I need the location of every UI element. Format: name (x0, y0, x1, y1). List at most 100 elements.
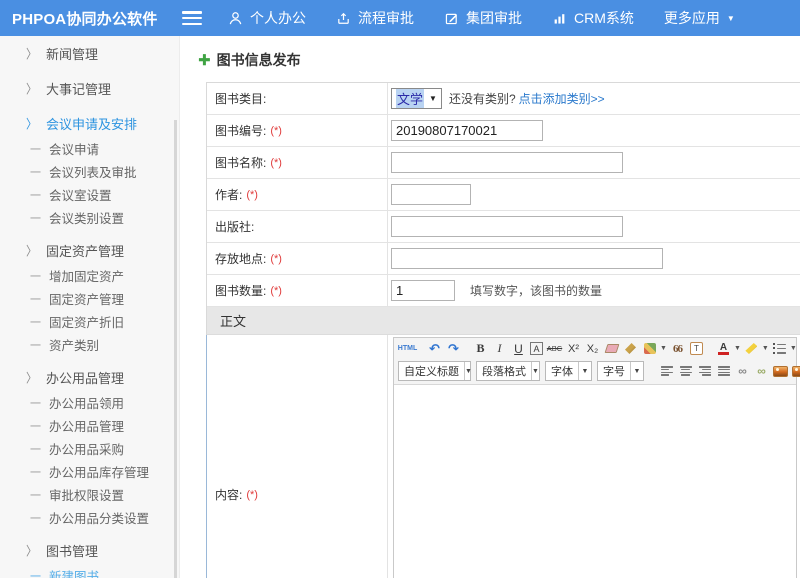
paste-text-icon[interactable]: T (690, 342, 703, 355)
dash-icon: 一 (30, 314, 41, 330)
sidebar-item[interactable]: 一资产类别 (0, 333, 179, 356)
align-left-icon[interactable] (661, 366, 673, 376)
strikethrough-button[interactable]: ABC (547, 340, 562, 357)
font-family-dropdown[interactable]: 字体▼ (545, 361, 592, 381)
nav-crm-system[interactable]: CRM系统 (552, 8, 634, 28)
editor-toolbar-row1: HTML ↶ ↷ B I U A ABC X² X₂ (394, 338, 796, 359)
dash-icon: 一 (30, 210, 41, 226)
caret-down-icon[interactable]: ▼ (734, 345, 741, 352)
align-center-icon[interactable] (680, 366, 692, 376)
sidebar-group[interactable]: 〉固定资产管理 (0, 237, 179, 264)
add-category-link[interactable]: 点击添加类别>> (519, 90, 605, 107)
editor-content-area[interactable] (394, 385, 796, 578)
font-size-dropdown[interactable]: 字号▼ (597, 361, 644, 381)
dash-icon: 一 (30, 291, 41, 307)
paint-format-icon[interactable] (644, 343, 656, 354)
field-input[interactable] (391, 152, 623, 173)
font-color-button[interactable]: A (716, 340, 731, 357)
chevron-right-icon: 〉 (26, 541, 37, 559)
field-input[interactable] (391, 184, 471, 205)
menu-toggle-icon[interactable] (182, 11, 202, 25)
sidebar-item[interactable]: 一增加固定资产 (0, 264, 179, 287)
required-marker: (*) (246, 489, 258, 501)
top-navigation: 个人办公 流程审批 集团审批 CRM系统 更 (228, 8, 765, 28)
custom-title-dropdown[interactable]: 自定义标题▼ (398, 361, 471, 381)
chevron-right-icon: 〉 (26, 241, 37, 259)
subscript-button[interactable]: X₂ (585, 340, 600, 357)
redo-button[interactable]: ↷ (446, 340, 461, 357)
book-category-select[interactable]: 文学 ▼ (391, 88, 442, 109)
sidebar-item[interactable]: 一会议申请 (0, 137, 179, 160)
category-label: 图书类目: (215, 90, 266, 107)
chevron-right-icon: 〉 (26, 44, 37, 62)
sidebar-item[interactable]: 一固定资产管理 (0, 287, 179, 310)
nav-more-apps[interactable]: 更多应用 ▼ (664, 8, 735, 28)
sidebar-item[interactable]: 一办公用品管理 (0, 414, 179, 437)
highlight-color-icon[interactable] (745, 343, 757, 354)
ordered-list-icon[interactable] (773, 344, 786, 354)
sidebar-item[interactable]: 一办公用品分类设置 (0, 506, 179, 529)
user-icon (228, 11, 243, 26)
caret-down-icon[interactable]: ▼ (790, 345, 797, 352)
dash-icon: 一 (30, 487, 41, 503)
align-justify-icon[interactable] (718, 366, 730, 376)
blockquote-button[interactable]: 66 (670, 340, 685, 357)
form-row: 图书名称:(*) (207, 147, 800, 179)
quantity-input[interactable] (391, 280, 455, 301)
nav-group-approval[interactable]: 集团审批 (444, 8, 522, 28)
sidebar-item[interactable]: 一会议列表及审批 (0, 160, 179, 183)
field-input[interactable] (391, 248, 663, 269)
caret-down-icon[interactable]: ▼ (762, 345, 769, 352)
insert-image-icon[interactable] (773, 366, 788, 377)
sidebar-item[interactable]: 一会议类别设置 (0, 206, 179, 229)
form-row-quantity: 图书数量: (*) 填写数字，该图书的数量 (207, 275, 800, 307)
sidebar-item[interactable]: 一新建图书 (0, 564, 179, 578)
font-style-button[interactable]: A (530, 342, 543, 355)
sidebar-item[interactable]: 一办公用品库存管理 (0, 460, 179, 483)
sidebar-item[interactable]: 一办公用品领用 (0, 391, 179, 414)
dash-icon: 一 (30, 464, 41, 480)
field-input[interactable] (391, 120, 543, 141)
html-source-button[interactable]: HTML (400, 340, 415, 357)
nav-workflow-approval[interactable]: 流程审批 (336, 8, 414, 28)
caret-down-icon[interactable]: ▼ (660, 345, 667, 352)
format-brush-icon[interactable] (625, 343, 636, 354)
sidebar-scrollbar[interactable] (174, 120, 177, 578)
unlink-icon[interactable]: ∞ (754, 363, 769, 380)
sidebar-item[interactable]: 一会议室设置 (0, 183, 179, 206)
dash-icon: 一 (30, 164, 41, 180)
sidebar-group[interactable]: 〉大事记管理 (0, 75, 179, 102)
sidebar-group[interactable]: 〉会议申请及安排 (0, 110, 179, 137)
sidebar-group[interactable]: 〉新闻管理 (0, 40, 179, 67)
sidebar-group[interactable]: 〉图书管理 (0, 537, 179, 564)
nav-personal-office[interactable]: 个人办公 (228, 8, 306, 28)
field-label: 图书编号: (215, 122, 266, 139)
chevron-right-icon: 〉 (26, 79, 37, 97)
undo-button[interactable]: ↶ (427, 340, 442, 357)
align-right-icon[interactable] (699, 366, 711, 376)
sidebar-group[interactable]: 〉办公用品管理 (0, 364, 179, 391)
workflow-icon (336, 11, 351, 26)
italic-button[interactable]: I (492, 340, 507, 357)
caret-down-icon: ▼ (429, 94, 437, 103)
required-marker: (*) (270, 285, 282, 297)
underline-button[interactable]: U (511, 340, 526, 357)
field-label: 存放地点: (215, 250, 266, 267)
remove-format-icon[interactable] (604, 344, 619, 353)
caret-down-icon: ▼ (727, 14, 735, 23)
sidebar-item[interactable]: 一固定资产折旧 (0, 310, 179, 333)
plus-icon: ✚ (198, 51, 211, 69)
required-marker: (*) (246, 189, 258, 201)
required-marker: (*) (270, 253, 282, 265)
sidebar-item[interactable]: 一审批权限设置 (0, 483, 179, 506)
insert-network-image-icon[interactable] (792, 366, 800, 377)
insert-link-icon[interactable]: ∞ (735, 363, 750, 380)
dash-icon: 一 (30, 337, 41, 353)
compose-icon (444, 11, 459, 26)
sidebar-item[interactable]: 一办公用品采购 (0, 437, 179, 460)
form-row-category: 图书类目: 文学 ▼ 还没有类别? 点击添加类别>> (207, 83, 800, 115)
superscript-button[interactable]: X² (566, 340, 581, 357)
field-input[interactable] (391, 216, 623, 237)
bold-button[interactable]: B (473, 340, 488, 357)
paragraph-format-dropdown[interactable]: 段落格式▼ (476, 361, 540, 381)
